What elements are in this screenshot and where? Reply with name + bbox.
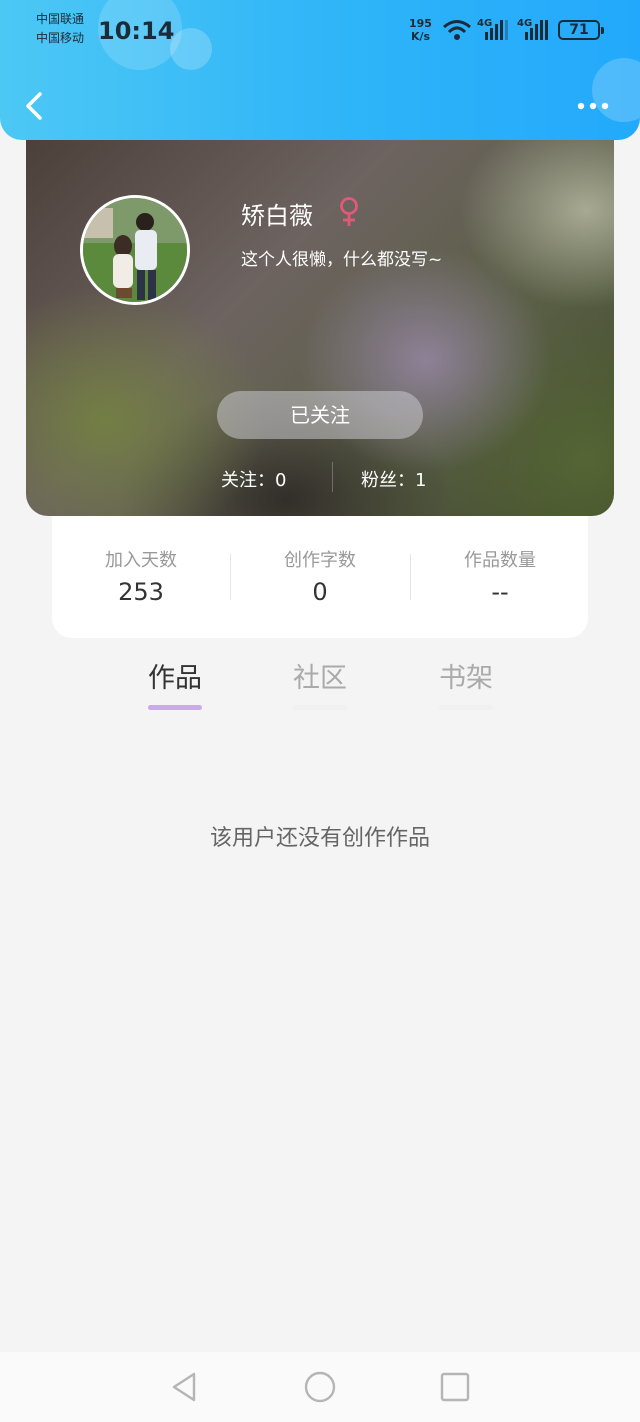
decor-bubble: [170, 28, 212, 70]
more-horizontal-icon: [577, 102, 609, 110]
signal-4g-icon: 4G: [517, 18, 548, 40]
fans-count[interactable]: 粉丝：1: [361, 466, 426, 492]
square-recents-icon: [440, 1372, 470, 1402]
stat-label: 创作字数: [284, 550, 356, 571]
back-button[interactable]: [20, 86, 52, 126]
system-nav-bar: [0, 1352, 640, 1422]
tab-indicator: [293, 705, 347, 710]
carrier-2: 中国移动: [36, 31, 85, 45]
following-count[interactable]: 关注：0: [221, 466, 286, 492]
tab-indicator: [148, 705, 202, 710]
username: 矫白薇: [241, 202, 313, 230]
wifi-icon: [443, 20, 471, 40]
tab-bookshelf[interactable]: 书架: [416, 656, 516, 695]
nav-recents-button[interactable]: [437, 1369, 473, 1405]
divider: [332, 462, 333, 492]
signal-4g-icon: 4G: [477, 18, 508, 40]
stat-value: --: [491, 578, 509, 606]
stat-works-count: 作品数量 --: [411, 546, 589, 606]
carrier-info: 中国联通 中国移动: [36, 10, 84, 48]
profile-card: 矫白薇 这个人很懒，什么都没写~ 已关注 关注：0 粉丝：1: [26, 120, 614, 516]
svg-text:4G: 4G: [477, 18, 492, 29]
tab-indicator: [439, 705, 493, 710]
follow-button[interactable]: 已关注: [217, 391, 423, 439]
avatar[interactable]: [80, 195, 190, 305]
tab-community[interactable]: 社区: [270, 656, 370, 695]
battery-indicator: 71: [558, 20, 604, 40]
circle-home-icon: [304, 1371, 336, 1403]
stat-label: 加入天数: [105, 550, 177, 571]
stat-value: 253: [118, 578, 164, 606]
stat-label: 作品数量: [464, 550, 536, 571]
stat-word-count: 创作字数 0: [231, 546, 409, 606]
nav-home-button[interactable]: [302, 1369, 338, 1405]
chevron-left-icon: [26, 92, 42, 120]
avatar-photo: [83, 198, 187, 302]
speed-value: 195: [409, 17, 432, 30]
app-header: 中国联通 中国移动 10:14 195 K/s 4G 4G 71: [0, 0, 640, 140]
stats-card: 加入天数 253 创作字数 0 作品数量 --: [52, 516, 588, 638]
bio-text: 这个人很懒，什么都没写~: [241, 250, 443, 270]
female-icon: [340, 197, 358, 226]
network-speed: 195 K/s: [409, 17, 432, 43]
triangle-back-icon: [172, 1372, 196, 1402]
svg-text:4G: 4G: [517, 18, 532, 29]
nav-back-button[interactable]: [166, 1369, 202, 1405]
empty-state-message: 该用户还没有创作作品: [209, 826, 430, 851]
more-button[interactable]: [574, 96, 614, 116]
speed-unit: K/s: [410, 30, 431, 43]
status-time: 10:14: [98, 17, 175, 45]
stat-value: 0: [312, 578, 328, 606]
tab-works[interactable]: 作品: [125, 656, 225, 695]
carrier-1: 中国联通: [36, 12, 85, 26]
stat-join-days: 加入天数 253: [52, 546, 230, 606]
